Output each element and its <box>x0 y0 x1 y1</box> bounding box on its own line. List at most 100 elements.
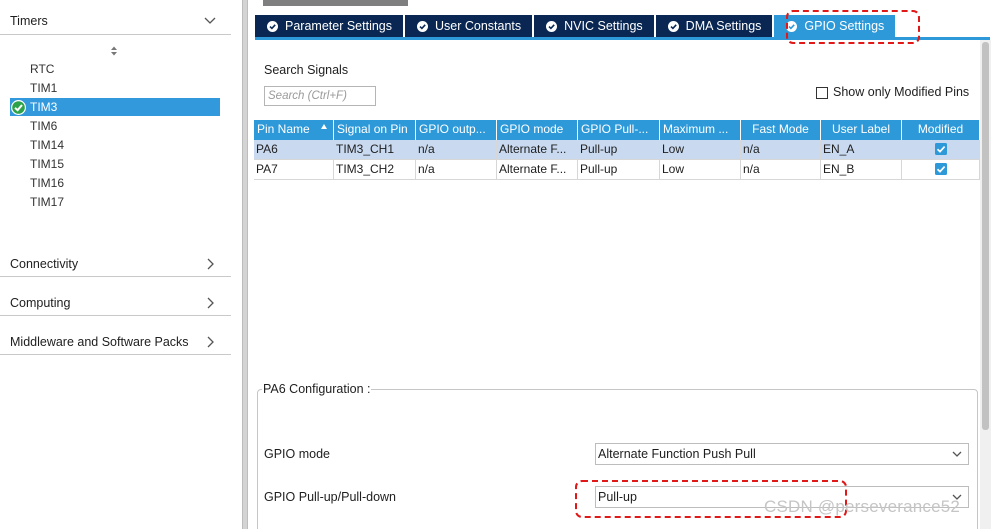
gpio-mode-select[interactable]: Alternate Function Push Pull <box>595 443 969 465</box>
table-cell: Pull-up <box>578 140 660 160</box>
timer-item-label: TIM3 <box>30 100 58 114</box>
gpio-pull-label: GPIO Pull-up/Pull-down <box>264 490 397 504</box>
table-cell: PA7 <box>254 160 334 180</box>
category-computing[interactable]: Computing <box>0 291 231 315</box>
column-header[interactable]: Pin Name <box>254 120 334 140</box>
column-header-label: Signal on Pin <box>337 122 408 136</box>
tab-dma-settings[interactable]: DMA Settings <box>655 15 773 37</box>
gpio-mode-value: Alternate Function Push Pull <box>598 447 756 461</box>
column-header-label: GPIO Pull-... <box>581 122 649 136</box>
checkbox-checked-icon <box>934 162 947 175</box>
check-circle-icon <box>11 100 26 115</box>
category-middleware-label: Middleware and Software Packs <box>10 335 189 349</box>
table-cell: EN_A <box>821 140 902 160</box>
tab-user-constants[interactable]: User Constants <box>405 15 533 37</box>
tab-parameter-settings[interactable]: Parameter Settings <box>255 15 403 37</box>
collapsed-header-bar <box>263 0 408 6</box>
show-modified-label: Show only Modified Pins <box>833 85 970 99</box>
table-cell: n/a <box>741 160 821 180</box>
column-header[interactable]: Modified <box>902 120 980 140</box>
chevron-right-icon <box>207 258 214 270</box>
column-header[interactable]: GPIO mode <box>497 120 578 140</box>
category-computing-label: Computing <box>10 296 71 310</box>
config-title: PA6 Configuration : <box>262 382 372 396</box>
divider <box>0 354 231 355</box>
gpio-mode-label: GPIO mode <box>264 447 330 461</box>
tab-label: NVIC Settings <box>564 19 643 33</box>
panel-splitter[interactable] <box>242 0 248 529</box>
checkbox-checked-icon <box>934 142 947 155</box>
timer-item-tim15[interactable]: TIM15 <box>10 155 220 173</box>
modified-checkbox[interactable] <box>902 140 980 160</box>
category-connectivity-label: Connectivity <box>10 257 79 271</box>
table-row[interactable]: PA7 TIM3_CH2 n/a Alternate F... Pull-up Low n/… <box>254 160 980 180</box>
category-timers[interactable]: Timers <box>0 9 231 33</box>
timer-item-label: TIM1 <box>30 81 58 95</box>
timer-item-label: TIM16 <box>30 176 65 190</box>
chevron-right-icon <box>207 336 214 348</box>
divider <box>0 315 231 316</box>
column-header-label: Fast Mode <box>752 122 809 136</box>
timer-item-label: TIM14 <box>30 138 65 152</box>
timer-item-tim17[interactable]: TIM17 <box>10 193 220 211</box>
column-header[interactable]: GPIO outp... <box>416 120 497 140</box>
search-input[interactable] <box>264 86 376 106</box>
table-cell: Low <box>660 160 741 180</box>
chevron-down-icon <box>952 451 962 457</box>
table-cell: n/a <box>416 160 497 180</box>
show-modified-checkbox[interactable] <box>816 87 828 99</box>
tab-nvic-settings[interactable]: NVIC Settings <box>534 15 654 37</box>
sort-ascending-icon <box>321 124 327 129</box>
tab-label: User Constants <box>435 19 522 33</box>
column-header-label: Modified <box>917 122 964 136</box>
gpio-table: Pin Name Signal on Pin GPIO outp... GPIO mo… <box>254 120 980 180</box>
sort-indicator-icon[interactable] <box>109 45 119 57</box>
table-cell: TIM3_CH2 <box>334 160 416 180</box>
chevron-right-icon <box>207 297 214 309</box>
vertical-scrollbar[interactable] <box>980 40 991 529</box>
divider <box>0 276 231 277</box>
column-header[interactable]: GPIO Pull-... <box>578 120 660 140</box>
table-cell: Alternate F... <box>497 140 578 160</box>
category-connectivity[interactable]: Connectivity <box>0 252 231 276</box>
category-timers-label: Timers <box>10 14 48 28</box>
column-header-label: User Label <box>831 122 891 136</box>
table-cell: Pull-up <box>578 160 660 180</box>
modified-checkbox[interactable] <box>902 160 980 180</box>
column-header[interactable]: User Label <box>821 120 902 140</box>
sidebar: Timers RTC TIM1 TIM3 TIM6 TIM14 TIM15 TIM16 TIM… <box>0 0 240 529</box>
column-header-label: GPIO outp... <box>419 122 486 136</box>
category-middleware[interactable]: Middleware and Software Packs <box>0 330 231 354</box>
check-circle-icon <box>417 20 428 32</box>
highlight-gpio-tab <box>786 10 920 44</box>
timer-item-tim1[interactable]: TIM1 <box>10 79 220 97</box>
table-row[interactable]: PA6 TIM3_CH1 n/a Alternate F... Pull-up Low n/… <box>254 140 980 160</box>
column-header-label: Pin Name <box>257 122 310 136</box>
table-cell: n/a <box>741 140 821 160</box>
check-circle-icon <box>267 20 278 32</box>
timer-item-tim3[interactable]: TIM3 <box>10 98 220 116</box>
tab-label: Parameter Settings <box>285 19 392 33</box>
table-cell: Low <box>660 140 741 160</box>
timer-item-label: TIM17 <box>30 195 65 209</box>
timer-item-tim14[interactable]: TIM14 <box>10 136 220 154</box>
timer-item-rtc[interactable]: RTC <box>10 60 220 78</box>
timer-item-tim16[interactable]: TIM16 <box>10 174 220 192</box>
column-header[interactable]: Maximum ... <box>660 120 741 140</box>
divider <box>0 34 231 35</box>
table-cell: n/a <box>416 140 497 160</box>
check-circle-icon <box>667 20 679 32</box>
timer-item-label: RTC <box>30 62 55 76</box>
column-header-label: Maximum ... <box>663 122 729 136</box>
table-cell: TIM3_CH1 <box>334 140 416 160</box>
check-circle-icon <box>546 20 558 32</box>
table-cell: PA6 <box>254 140 334 160</box>
timer-item-tim6[interactable]: TIM6 <box>10 117 220 135</box>
column-header[interactable]: Signal on Pin <box>334 120 416 140</box>
chevron-down-icon <box>204 17 216 24</box>
tab-label: DMA Settings <box>685 19 762 33</box>
timer-item-label: TIM6 <box>30 119 58 133</box>
column-header-label: GPIO mode <box>500 122 564 136</box>
scrollbar-thumb[interactable] <box>982 42 989 430</box>
column-header[interactable]: Fast Mode <box>741 120 821 140</box>
